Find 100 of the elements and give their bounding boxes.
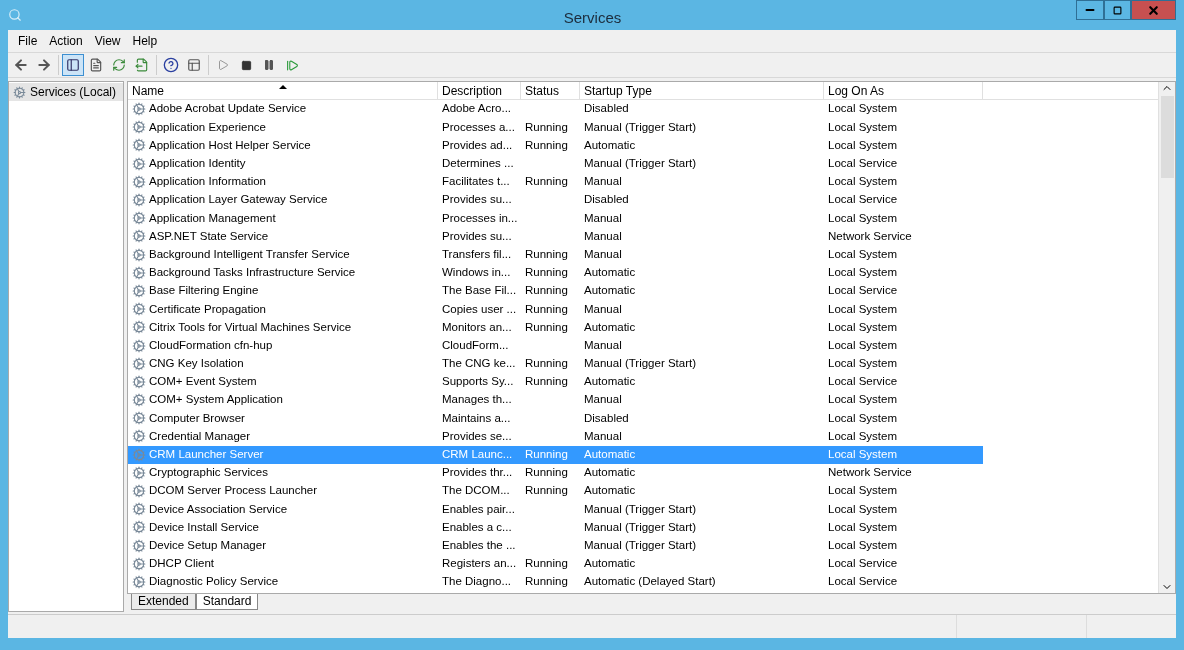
service-row[interactable]: COM+ Event System Supports Sy... Running Automatic Local Service — [128, 372, 983, 391]
sort-arrow-icon — [278, 85, 287, 89]
table-cell-text: CloudFormation cfn-hup — [149, 337, 273, 353]
service-row[interactable]: CloudFormation cfn-hup CloudForm... Manual Local System — [128, 336, 983, 355]
table-cell-text: COM+ System Application — [149, 392, 283, 408]
close-button[interactable] — [1131, 0, 1176, 20]
gear-icon — [132, 338, 146, 353]
menu-item[interactable]: File — [12, 32, 44, 50]
gear-icon — [132, 193, 146, 208]
table-cell-text: Supports Sy... — [442, 374, 514, 390]
table-cell-text: Manual — [584, 301, 622, 317]
service-row[interactable]: Application Information Facilitates t... Running Manual Local System — [128, 172, 983, 191]
table-cell-text: COM+ Event System — [149, 374, 257, 390]
gear-icon — [132, 465, 146, 480]
gear-icon — [132, 156, 146, 171]
table-cell-text: Automatic — [584, 483, 636, 499]
table-cell-text: Local System — [828, 137, 898, 153]
service-row[interactable]: Application Layer Gateway Service Provides su... Disabled Local Service — [128, 190, 983, 210]
table-cell-text: Local Service — [828, 574, 898, 590]
gear-icon — [132, 556, 146, 571]
service-row[interactable]: ASP.NET State Service Provides su... Manual Network Service — [128, 227, 983, 246]
service-row[interactable]: Base Filtering Engine The Base Fil... Running Automatic Local Service — [128, 281, 983, 301]
service-row[interactable]: Background Tasks Infrastructure Service Windows in... Running Automatic Local System — [128, 263, 983, 282]
gear-icon — [132, 484, 146, 499]
service-row[interactable]: Computer Browser Maintains a... Disabled Local System — [128, 409, 983, 428]
minimize-button[interactable] — [1076, 0, 1104, 20]
table-cell-text: Local System — [828, 101, 898, 117]
service-row[interactable]: Application Management Processes in... Manual Local System — [128, 209, 983, 228]
table-cell-text: Application Management — [149, 210, 276, 226]
service-row[interactable]: Adobe Acrobat Update Service Adobe Acro... Disabled Local System — [128, 100, 983, 119]
gear-icon — [132, 429, 146, 444]
table-cell-text: Manual (Trigger Start) — [584, 119, 697, 135]
console-tree-icon[interactable] — [62, 54, 84, 76]
table-cell-text: Automatic (Delayed Start) — [584, 574, 716, 590]
service-row[interactable]: COM+ System Application Manages th... Manual Local System — [128, 391, 983, 410]
service-row[interactable]: Device Setup Manager Enables the ... Manual (Trigger Start) Local System — [128, 536, 983, 555]
menu-item[interactable]: Help — [126, 32, 164, 50]
table-cell-text: Running — [525, 119, 568, 135]
table-cell-text: Facilitates t... — [442, 174, 510, 190]
column-header[interactable]: Log On As — [824, 82, 983, 100]
menu-item[interactable]: View — [88, 32, 127, 50]
table-cell-text: Local System — [828, 319, 898, 335]
column-header[interactable]: Startup Type — [580, 82, 824, 100]
table-cell-text: Application Experience — [149, 119, 266, 135]
table-cell-text: Local System — [828, 246, 898, 262]
gear-icon — [132, 411, 146, 426]
service-row[interactable]: Diagnostic Policy Service The Diagno... Running Automatic (Delayed Start) Local Service — [128, 572, 983, 592]
service-row[interactable]: DCOM Server Process Launcher The DCOM... Running Automatic Local System — [128, 481, 983, 501]
service-row[interactable]: CNG Key Isolation The CNG ke... Running Manual (Trigger Start) Local System — [128, 354, 983, 373]
menu-item[interactable]: Action — [43, 32, 89, 50]
table-cell-text: Manual — [584, 392, 622, 408]
table-cell-text: Computer Browser — [149, 410, 245, 426]
table-cell-text: Application Information — [149, 174, 266, 190]
table-cell-text: Manages th... — [442, 392, 512, 408]
gear-icon — [132, 302, 146, 317]
gear-icon — [132, 283, 146, 298]
table-cell-text: Enables pair... — [442, 501, 515, 517]
service-row[interactable]: Device Install Service Enables a c... Manual (Trigger Start) Local System — [128, 518, 983, 537]
table-cell-text: Running — [525, 246, 568, 262]
service-row[interactable]: DHCP Client Registers an... Running Automatic Local Service — [128, 554, 983, 573]
service-row[interactable]: Application Host Helper Service Provides ad... Running Automatic Local System — [128, 136, 983, 155]
view-tab[interactable]: Standard — [195, 594, 259, 610]
table-cell-text: Local Service — [828, 283, 898, 299]
table-cell-text: Running — [525, 319, 568, 335]
column-header[interactable]: Description — [438, 82, 521, 100]
table-cell-text: The DCOM... — [442, 483, 510, 499]
service-row[interactable]: Cryptographic Services Provides thr... Running Automatic Network Service — [128, 463, 983, 482]
table-cell-text: Automatic — [584, 283, 636, 299]
table-cell-text: Running — [525, 137, 568, 153]
table-cell-text: Local System — [828, 428, 898, 444]
maximize-button[interactable] — [1104, 0, 1131, 20]
service-row[interactable]: Device Association Service Enables pair... Manual (Trigger Start) Local System — [128, 500, 983, 519]
table-cell-text: Local Service — [828, 556, 898, 572]
tree-item[interactable]: Services (Local) — [9, 83, 123, 101]
column-header[interactable]: Status — [521, 82, 580, 100]
table-cell-text: Disabled — [584, 101, 629, 117]
service-row[interactable]: Application Identity Determines ... Manual (Trigger Start) Local Service — [128, 154, 983, 173]
table-cell-text: Provides se... — [442, 428, 512, 444]
table-cell-text: Manual (Trigger Start) — [584, 501, 697, 517]
scrollbar-thumb[interactable] — [1160, 96, 1174, 178]
table-cell-text: Transfers fil... — [442, 246, 512, 262]
service-row[interactable]: Certificate Propagation Copies user ... Running Manual Local System — [128, 300, 983, 319]
window-title: Services — [562, 8, 623, 28]
table-cell-text: CRM Launc... — [442, 447, 513, 463]
service-row[interactable]: Application Experience Processes a... Running Manual (Trigger Start) Local System — [128, 118, 983, 137]
table-cell-text: CloudForm... — [442, 337, 509, 353]
service-row[interactable]: Background Intelligent Transfer Service Transfers fil... Running Manual Local System — [128, 245, 983, 264]
table-cell-text: Manual — [584, 174, 622, 190]
view-tab[interactable]: Extended — [131, 594, 196, 610]
table-cell-text: Local System — [828, 265, 898, 281]
table-cell-text: Automatic — [584, 465, 636, 481]
gear-icon — [132, 211, 146, 226]
column-header[interactable]: Name — [128, 82, 438, 100]
table-cell-text: Processes a... — [442, 119, 515, 135]
service-row[interactable]: Citrix Tools for Virtual Machines Service Monitors an... Running Automatic Local System — [128, 318, 983, 337]
gear-icon — [132, 138, 146, 153]
table-cell-text: Device Install Service — [149, 519, 259, 535]
service-row[interactable]: Credential Manager Provides se... Manual Local System — [128, 427, 983, 446]
table-cell-text: Background Intelligent Transfer Service — [149, 246, 350, 262]
gear-icon — [132, 265, 146, 280]
